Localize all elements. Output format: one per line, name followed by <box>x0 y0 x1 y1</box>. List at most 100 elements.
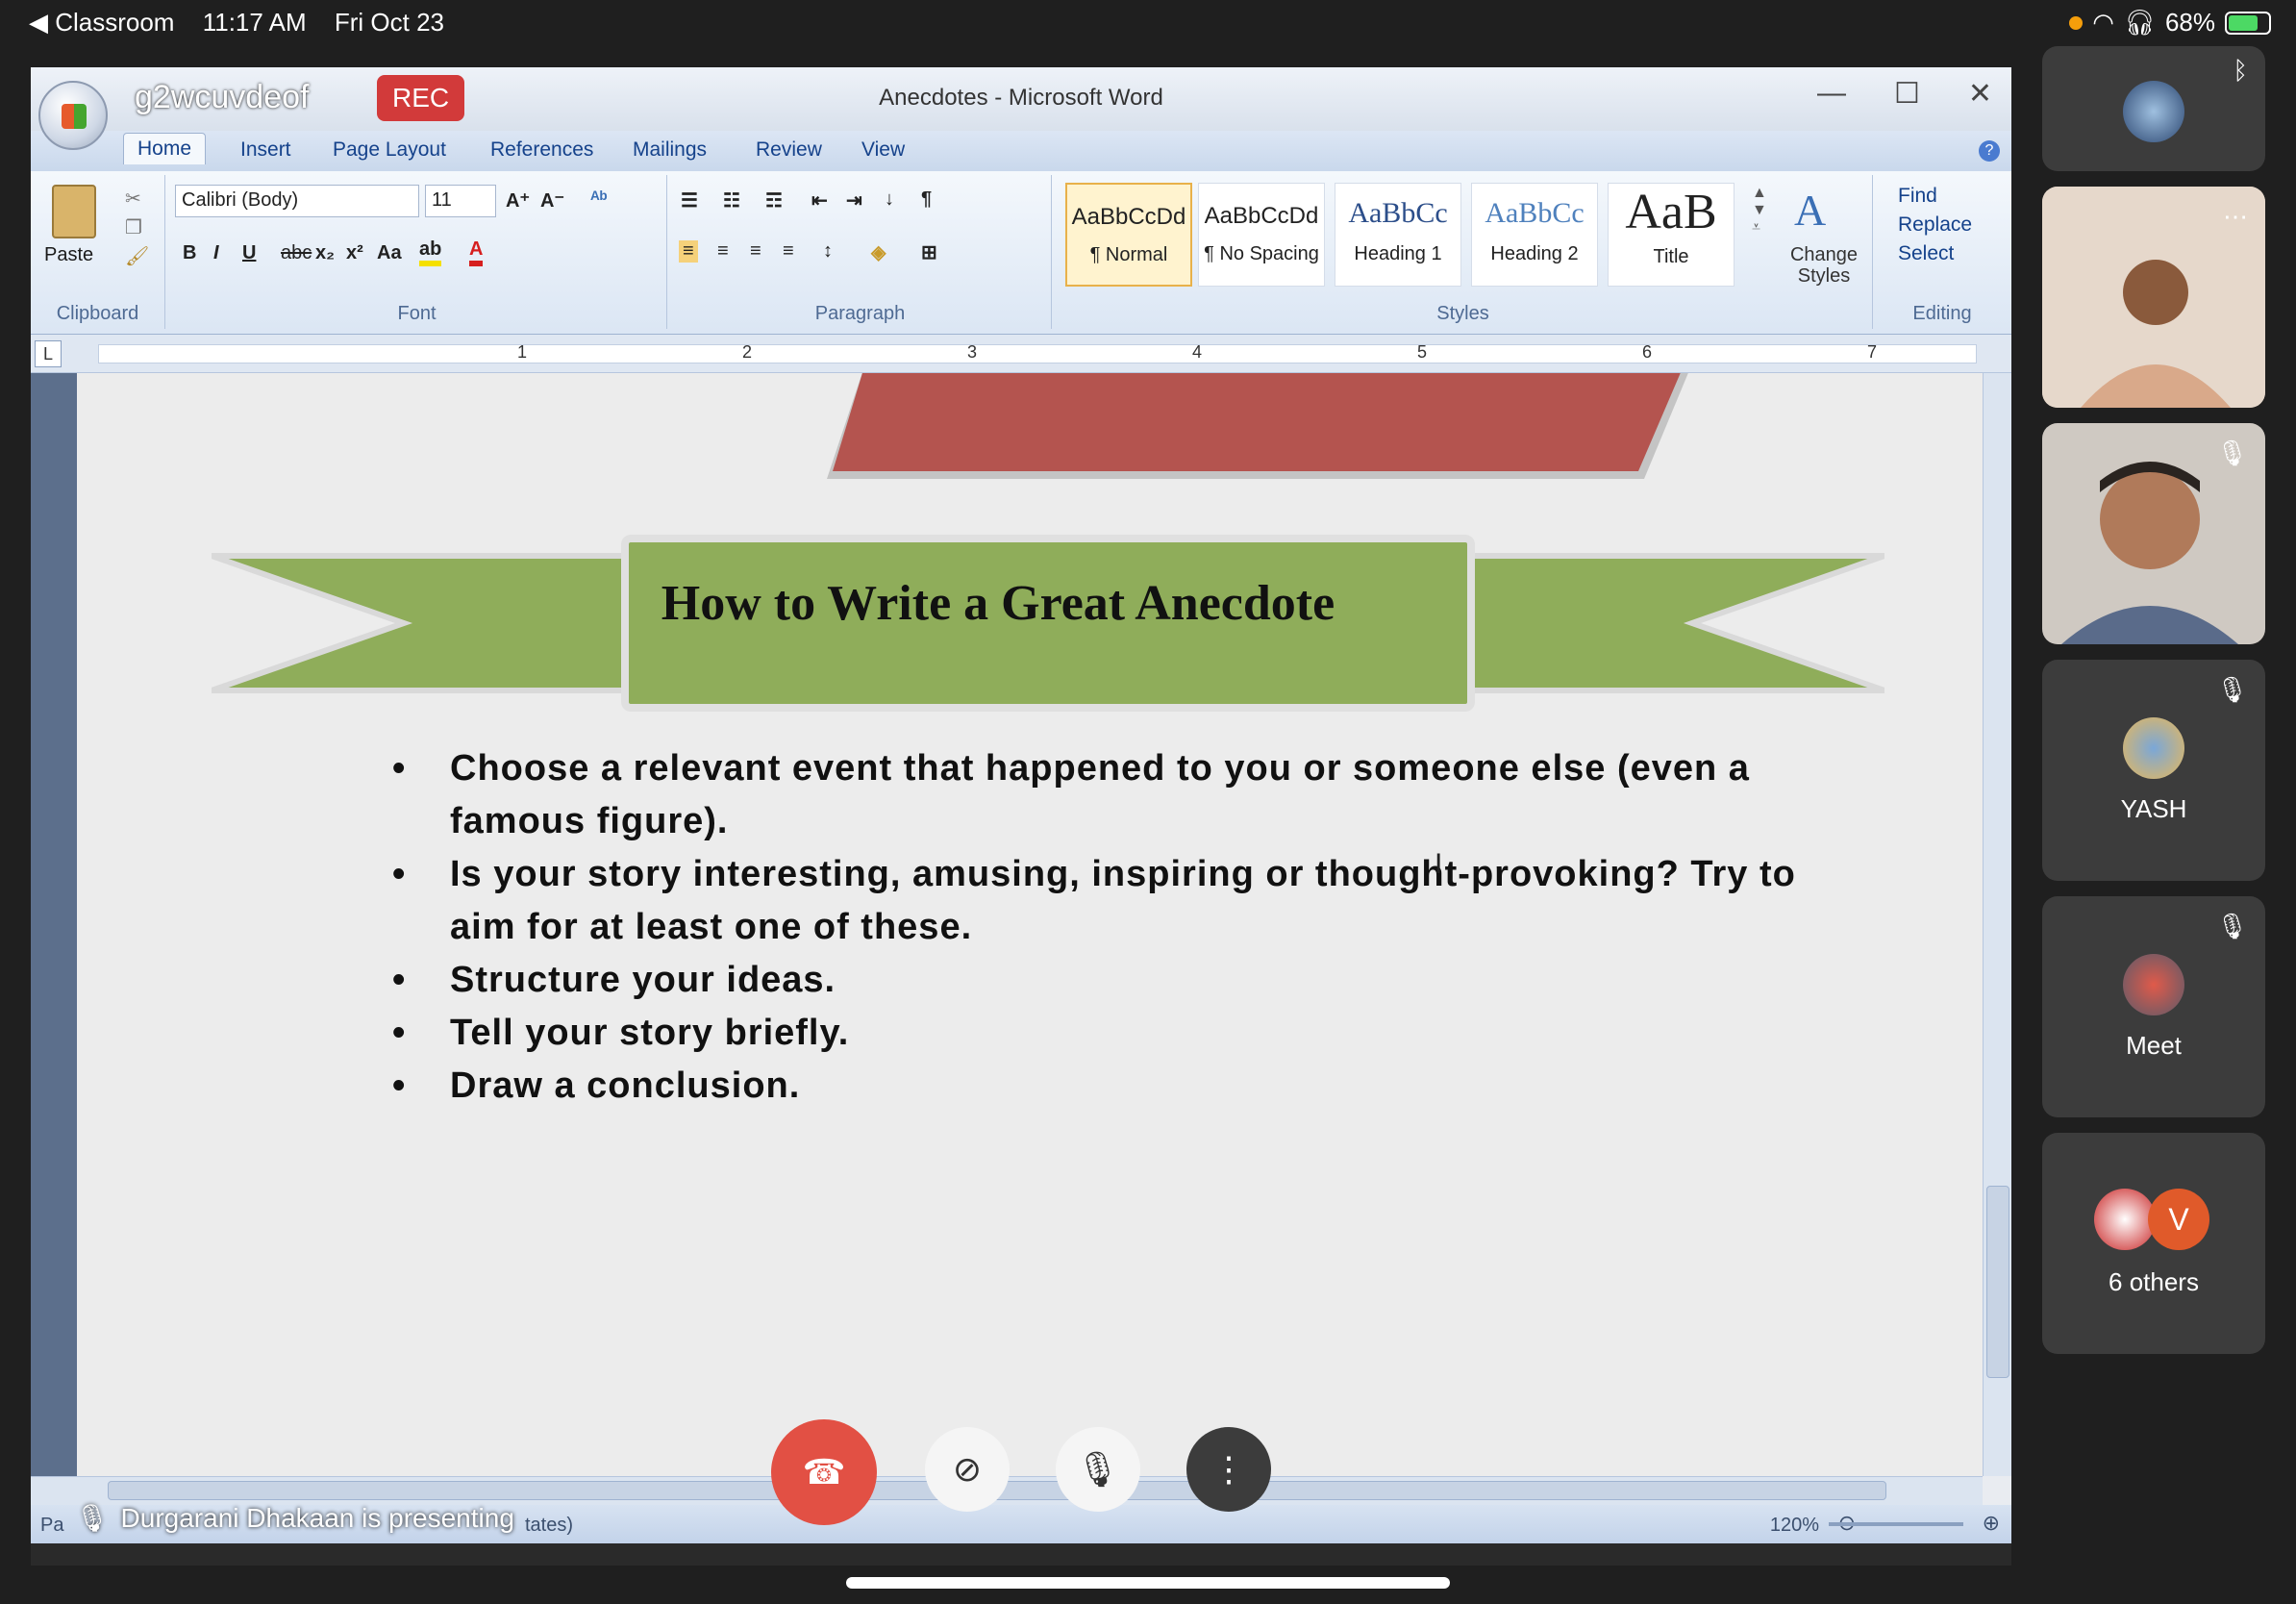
style-title[interactable]: AaB Title <box>1608 183 1734 287</box>
paste-button[interactable]: Paste <box>44 244 93 266</box>
document-page[interactable]: How to Write a Great Anecdote Choose a r… <box>77 373 1983 1476</box>
participant-tile[interactable]: 🎙︎ <box>2042 423 2265 644</box>
more-options-button[interactable]: ⋮ <box>1186 1427 1271 1512</box>
replace-button[interactable]: Replace <box>1898 213 1972 237</box>
underline-icon[interactable]: U <box>242 242 256 264</box>
change-case-icon[interactable]: Aa <box>377 242 402 264</box>
change-styles-button[interactable]: Change Styles <box>1781 244 1867 287</box>
font-group: Calibri (Body) 11 A⁺ A⁻ ᴬᵇ B I U abc x₂ … <box>167 175 667 329</box>
highlight-icon[interactable]: ab <box>419 238 442 266</box>
font-size-select[interactable]: 11 <box>425 185 496 217</box>
mic-off-icon: 🎙︎ <box>2215 675 2248 704</box>
participant-tile[interactable]: V 6 others <box>2042 1133 2265 1354</box>
mic-toggle-button[interactable]: 🎙︎ <box>1056 1427 1140 1512</box>
maximize-icon[interactable]: ☐ <box>1894 77 1920 111</box>
style-preview: AaBbCc <box>1485 197 1585 229</box>
font-color-icon[interactable]: A <box>469 238 484 266</box>
tab-home[interactable]: Home <box>123 133 207 164</box>
paragraph-label: Paragraph <box>814 303 906 324</box>
tab-references[interactable]: References <box>490 138 593 162</box>
zoom-level[interactable]: 120% <box>1770 1515 1819 1537</box>
status-time: 11:17 AM <box>202 8 307 37</box>
tab-selector[interactable]: L <box>35 340 62 367</box>
tab-view[interactable]: View <box>861 138 905 162</box>
style-normal[interactable]: AaBbCcDd ¶ Normal <box>1065 183 1192 287</box>
horizontal-ruler: L 1 2 3 4 5 6 7 <box>31 335 2011 373</box>
list-item: Draw a conclusion. <box>392 1060 1815 1113</box>
close-icon[interactable]: ✕ <box>1968 77 1992 111</box>
list-item: Tell your story briefly. <box>392 1007 1815 1060</box>
list-item: Is your story interesting, amusing, insp… <box>392 848 1815 954</box>
font-name-select[interactable]: Calibri (Body) <box>175 185 419 217</box>
camera-toggle-button[interactable]: ⊘ <box>925 1427 1010 1512</box>
line-spacing-icon[interactable]: ↕ <box>823 240 833 263</box>
cut-icon[interactable]: ✂ <box>125 187 141 211</box>
participant-name: Meet <box>2126 1031 2182 1060</box>
more-icon[interactable]: ⋯ <box>2223 202 2248 232</box>
align-left-icon[interactable]: ≡ <box>679 240 698 263</box>
find-button[interactable]: Find <box>1898 185 1937 208</box>
call-controls: ☎ ⊘ 🎙︎ ⋮ <box>771 1419 1271 1535</box>
style-name: Heading 2 <box>1490 243 1579 264</box>
styles-scroll-icon[interactable]: ▲ ▼ ⩡ <box>1752 185 1767 237</box>
status-date: Fri Oct 23 <box>334 8 445 37</box>
multilevel-list-icon[interactable]: ☶ <box>765 188 783 213</box>
paste-icon[interactable] <box>52 185 96 238</box>
justify-icon[interactable]: ≡ <box>783 240 794 263</box>
participant-tile[interactable]: YASH 🎙︎ <box>2042 660 2265 881</box>
tab-page-layout[interactable]: Page Layout <box>333 138 446 162</box>
end-call-button[interactable]: ☎ <box>771 1419 877 1525</box>
shading-icon[interactable]: ◈ <box>871 240 886 264</box>
style-heading-1[interactable]: AaBbCc Heading 1 <box>1335 183 1461 287</box>
ruler-strip[interactable] <box>98 344 1977 363</box>
vertical-scroll-thumb[interactable] <box>1986 1186 2009 1378</box>
ruler-number: 7 <box>1867 342 1878 362</box>
participant-tile[interactable]: Meet 🎙︎ <box>2042 896 2265 1117</box>
tab-insert[interactable]: Insert <box>240 138 291 162</box>
page-indicator[interactable]: Pa <box>40 1515 63 1537</box>
bold-icon[interactable]: B <box>183 242 196 264</box>
tab-mailings[interactable]: Mailings <box>633 138 707 162</box>
back-to-classroom-link[interactable]: ◀ Classroom <box>29 8 174 37</box>
select-button[interactable]: Select <box>1898 242 1954 265</box>
minimize-icon[interactable]: — <box>1817 77 1846 111</box>
ios-status-bar: ◀ Classroom 11:17 AM Fri Oct 23 ◠ 🎧︎ 68% <box>0 0 2296 46</box>
avatar: V <box>2148 1189 2209 1250</box>
copy-icon[interactable]: ❐ <box>125 215 142 239</box>
wifi-icon: ◠ <box>2092 8 2114 37</box>
help-icon[interactable]: ? <box>1979 140 2000 162</box>
zoom-in-icon[interactable]: ⊕ <box>1983 1511 2000 1536</box>
style-heading-2[interactable]: AaBbCc Heading 2 <box>1471 183 1598 287</box>
style-name: ¶ Normal <box>1089 244 1168 265</box>
italic-icon[interactable]: I <box>213 242 219 264</box>
office-button[interactable] <box>38 81 108 150</box>
editing-group: Find Replace Select Editing <box>1875 175 2009 329</box>
decrease-indent-icon[interactable]: ⇤ <box>811 188 828 213</box>
align-center-icon[interactable]: ≡ <box>717 240 729 263</box>
numbering-icon[interactable]: ☷ <box>723 188 740 213</box>
word-title-bar: Anecdotes - Microsoft Word — ☐ ✕ <box>31 67 2011 131</box>
participant-tile[interactable]: ⋯ <box>2042 187 2265 408</box>
participant-tile[interactable]: ᛒ <box>2042 46 2265 171</box>
subscript-icon[interactable]: x₂ <box>315 242 335 264</box>
bullets-icon[interactable]: ☰ <box>681 188 698 213</box>
grow-font-icon[interactable]: A⁺ <box>506 188 530 213</box>
zoom-slider[interactable] <box>1829 1522 1963 1526</box>
shrink-font-icon[interactable]: A⁻ <box>540 188 564 213</box>
show-marks-icon[interactable]: ¶ <box>921 188 932 211</box>
meeting-code[interactable]: g2wcuvdeof <box>135 79 309 116</box>
clear-formatting-icon[interactable]: ᴬᵇ <box>590 188 608 211</box>
sort-icon[interactable]: ↓ <box>885 188 894 211</box>
strikethrough-icon[interactable]: abc <box>281 242 312 264</box>
tab-review[interactable]: Review <box>756 138 822 162</box>
vertical-scrollbar[interactable] <box>1983 373 2011 1476</box>
editing-label: Editing <box>1912 303 1972 324</box>
increase-indent-icon[interactable]: ⇥ <box>846 188 862 213</box>
align-right-icon[interactable]: ≡ <box>750 240 761 263</box>
superscript-icon[interactable]: x² <box>346 242 363 264</box>
document-area: How to Write a Great Anecdote Choose a r… <box>31 373 1983 1476</box>
borders-icon[interactable]: ⊞ <box>921 240 937 264</box>
style-no-spacing[interactable]: AaBbCcDd ¶ No Spacing <box>1198 183 1325 287</box>
format-painter-icon[interactable]: 🖌︎ <box>125 244 149 268</box>
home-indicator[interactable] <box>846 1577 1450 1589</box>
